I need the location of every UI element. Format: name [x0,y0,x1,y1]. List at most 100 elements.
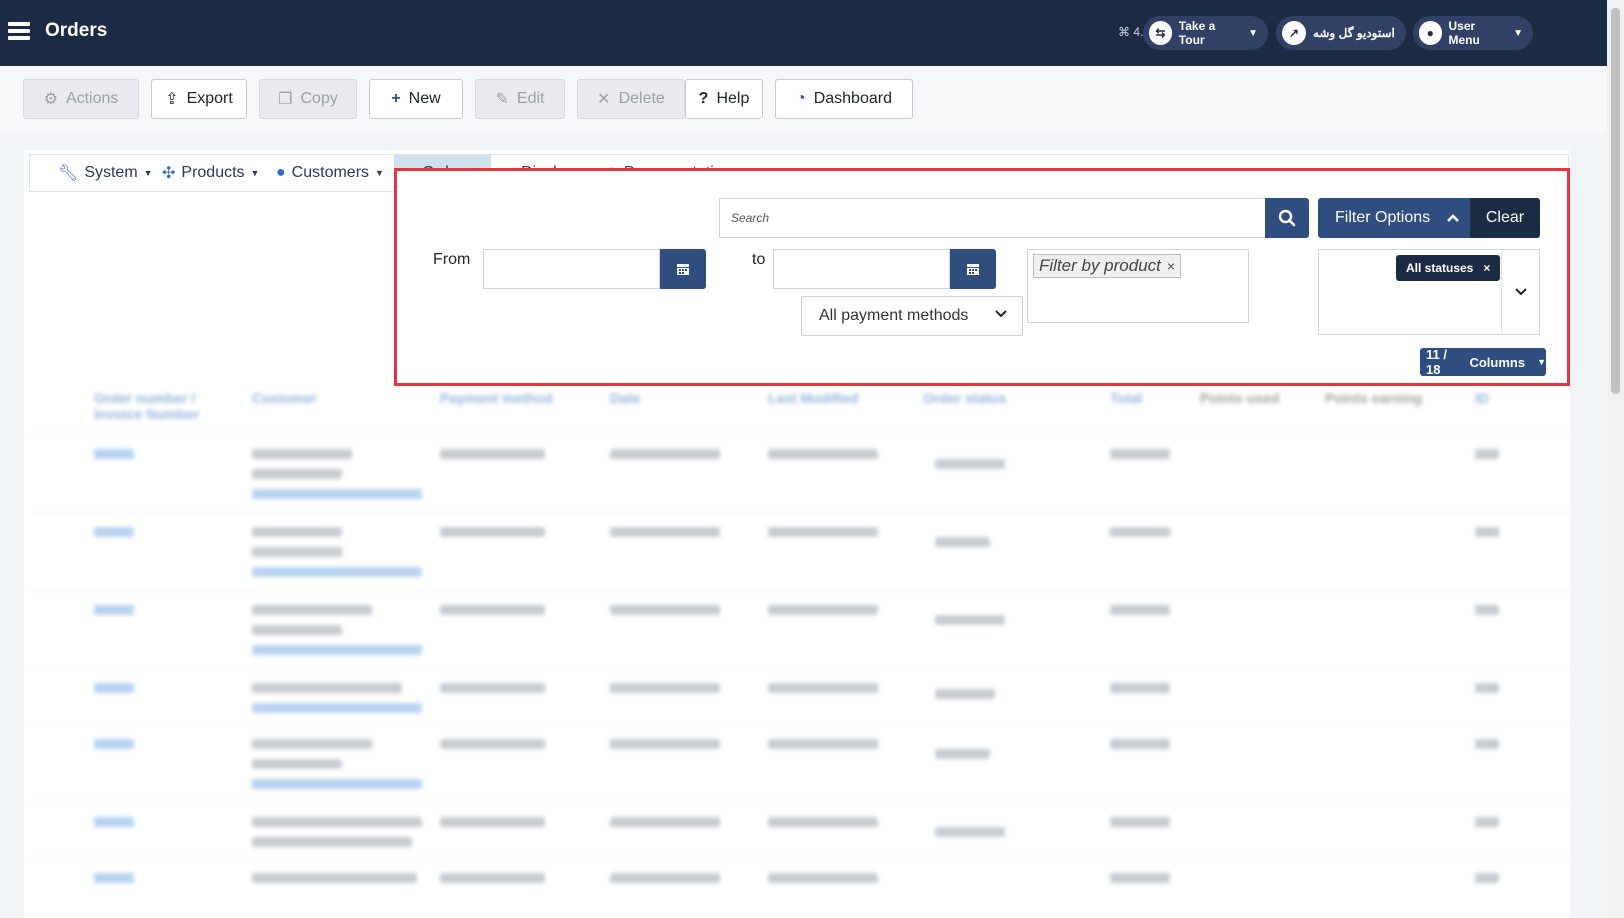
vertical-scrollbar[interactable] [1607,0,1624,918]
action-toolbar: ⚙ Actions ⇪ Export ❐ Copy + New ✎ Edit ✕ Delet… [0,66,1607,132]
table-row[interactable] [30,512,1570,590]
to-label: to [752,251,766,268]
copy-icon: ❐ [278,91,293,108]
table-header-row: Order number / Invoice Number Customer P… [30,378,1570,438]
export-label: Export [186,90,233,107]
orders-menu-icon[interactable] [8,22,30,42]
signpost-icon: ⇆ [1149,21,1172,45]
col-order-status[interactable]: Order status [923,390,1006,406]
remove-chip-icon[interactable]: × [1483,261,1490,275]
delete-button[interactable]: ✕ Delete [577,79,685,119]
filter-options-button[interactable]: Filter Options [1318,198,1470,238]
caret-down-icon: ▼ [143,168,153,178]
payment-method-select[interactable]: All payment methods [801,296,1023,336]
columns-label: Columns [1469,354,1526,370]
export-button[interactable]: ⇪ Export [151,79,247,119]
status-dropdown-toggle[interactable] [1501,251,1539,333]
user-menu-button[interactable]: ● User Menu ▼ [1413,16,1533,50]
user-avatar-icon: ● [1419,21,1442,45]
user-menu-label: User Menu [1448,19,1480,47]
status-filter-select[interactable]: All statuses × [1318,249,1540,335]
chevron-down-icon [1514,288,1527,296]
col-date[interactable]: Date [610,390,640,406]
dashboard-button[interactable]: ◔ Dashboard [775,79,913,119]
chevron-up-icon [1447,214,1460,222]
table-row[interactable] [30,858,1570,918]
col-total[interactable]: Total [1110,390,1142,406]
date-to-calendar-button[interactable] [950,249,996,289]
search-placeholder: Search [731,211,770,225]
delete-label: Delete [618,90,665,107]
search-icon [1278,209,1296,227]
edit-button[interactable]: ✎ Edit [475,79,565,119]
payment-method-value: All payment methods [819,307,969,324]
copy-label: Copy [300,90,338,107]
remove-tag-icon[interactable]: × [1167,258,1175,274]
search-input[interactable]: Search [719,198,1265,238]
product-filter-input[interactable]: Filter by product × [1027,249,1249,323]
speedometer-icon: ◔ [796,90,806,107]
calendar-icon [677,264,689,275]
col-last-modified[interactable]: Last Modified [768,390,858,406]
copy-button[interactable]: ❐ Copy [259,79,357,119]
col-points-earning: Points earning [1325,390,1423,406]
upload-icon: ⇪ [165,91,179,108]
chevron-down-icon [995,310,1007,318]
new-label: New [408,90,441,107]
columns-button[interactable]: 11 / 18 Columns ▼ [1420,347,1546,377]
gears-icon: ⚙ [43,91,58,108]
question-icon: ? [698,90,709,107]
menu-customers[interactable]: ● Customers ▼ [276,155,384,191]
date-from-calendar-button[interactable] [660,249,706,289]
take-a-tour-label: Take a Tour [1178,19,1216,47]
product-filter-tag: Filter by product × [1033,254,1182,278]
table-row[interactable] [30,434,1570,512]
menu-system-label: System [84,164,138,181]
menu-products[interactable]: ✣ Products ▼ [162,155,259,191]
top-header: Orders ⌘ 4.4.9 ⇆ Take a Tour ▼ ↗ استودیو… [0,0,1607,66]
help-label: Help [716,90,750,107]
plus-icon: + [391,90,401,107]
take-a-tour-button[interactable]: ⇆ Take a Tour ▼ [1143,16,1268,50]
date-to-input[interactable] [773,249,950,289]
col-order-number[interactable]: Order number / Invoice Number [94,390,214,422]
search-button[interactable] [1265,198,1309,238]
menu-system[interactable]: 🔧︎ System ▼ [58,155,153,191]
edit-label: Edit [516,90,545,107]
close-icon: ✕ [597,91,611,108]
col-points-used: Points used [1200,390,1280,406]
col-customer[interactable]: Customer [252,390,317,406]
help-button[interactable]: ? Help [685,79,763,119]
chevron-down-icon: ▼ [1248,27,1258,39]
wrench-icon: 🔧︎ [58,165,79,182]
status-chip-label: All statuses [1406,261,1474,275]
col-payment-method[interactable]: Payment method [440,390,553,406]
status-chip: All statuses × [1396,255,1501,281]
scrollbar-thumb[interactable] [1611,8,1620,394]
col-id[interactable]: ID [1475,390,1489,406]
page-title: Orders [45,20,108,41]
product-filter-tag-label: Filter by product [1039,256,1161,275]
menu-customers-label: Customers [291,164,370,181]
table-row[interactable] [30,590,1570,668]
site-label: استودیو گل وشه [1313,26,1395,40]
calendar-icon [967,264,979,275]
date-from-input[interactable] [483,249,660,289]
actions-button[interactable]: ⚙ Actions [23,79,139,119]
table-row[interactable] [30,724,1570,802]
site-link-button[interactable]: ↗ استودیو گل وشه [1276,16,1406,50]
user-icon: ● [276,164,286,181]
menu-products-label: Products [181,164,245,181]
filter-options-label: Filter Options [1335,209,1431,226]
edit-icon: ✎ [495,91,509,108]
filter-panel: Search Filter Options Clear From to All … [394,168,1570,386]
caret-down-icon: ▼ [375,168,384,178]
dashboard-label: Dashboard [813,90,892,107]
clear-button[interactable]: Clear [1470,198,1540,238]
columns-count: 11 / 18 [1426,347,1447,377]
actions-label: Actions [65,90,119,107]
new-button[interactable]: + New [369,79,463,119]
caret-down-icon: ▼ [250,168,260,178]
cubes-icon: ✣ [162,165,176,182]
chevron-down-icon: ▼ [1513,27,1523,39]
